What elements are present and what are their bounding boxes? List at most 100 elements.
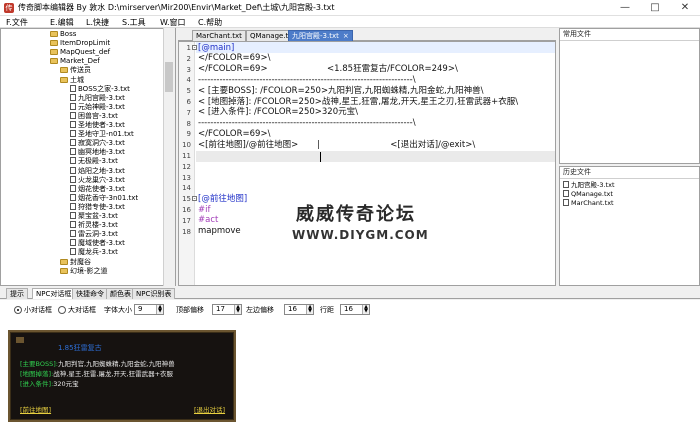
code-line[interactable]: </FCOLOR=69>\ — [198, 53, 270, 64]
font-size-stepper[interactable]: 9 ▲ ▼ — [134, 304, 164, 315]
tree-file-item[interactable]: 雷云洞-3.txt — [70, 230, 118, 238]
preview-go-map-link[interactable]: [前往地图] — [20, 406, 51, 415]
tree-folder-item[interactable]: 土城 — [60, 76, 84, 84]
preview-header: 1.85狂雷复古 — [58, 344, 102, 352]
minimize-button[interactable]: — — [610, 0, 640, 16]
line-height-stepper[interactable]: 16 ▲ ▼ — [340, 304, 370, 315]
tab-npc-dialog[interactable]: NPC对话框 — [32, 288, 76, 299]
code-line[interactable]: < [进入条件]: /FCOLOR=250>320元宝\ — [198, 107, 358, 118]
stepper-buttons[interactable]: ▲ ▼ — [306, 305, 313, 314]
stepper-buttons[interactable]: ▲ ▼ — [362, 305, 369, 314]
stepper-down-icon[interactable]: ▼ — [157, 309, 163, 314]
tree-file-item[interactable]: 困兽宫-3.txt — [70, 111, 118, 120]
tree-file-item[interactable]: 焰阳之地-3.txt — [70, 166, 125, 175]
file-icon — [70, 184, 76, 192]
code-line[interactable]: <[前往地图]/@前往地图> | <[退出对话]/@exit>\ — [198, 140, 475, 151]
tree-file-item[interactable]: 烟花香守-3n01.txt — [70, 193, 138, 202]
tree-item-label: 幻境-影之道 — [70, 266, 108, 275]
line-number: 17 — [182, 216, 191, 225]
maximize-button[interactable]: □ — [640, 0, 670, 16]
fold-toggle-icon[interactable]: - — [192, 196, 197, 202]
tree-item-label: 圣地使者-3.txt — [78, 121, 125, 129]
tab-label: MarChant.txt — [196, 32, 242, 40]
code-line[interactable]: ----------------------------------------… — [198, 118, 416, 129]
file-tree-scroll-thumb[interactable] — [165, 62, 173, 92]
code-line[interactable]: mapmove — [198, 226, 241, 237]
tree-file-item[interactable]: 元始神殿-3.txt — [70, 102, 125, 111]
divider — [560, 178, 699, 179]
tree-item-label: 寂寞洞穴-3.txt — [78, 139, 125, 148]
line-number: 4 — [186, 76, 191, 85]
tree-folder-item[interactable]: 幻境-影之道 — [60, 267, 108, 275]
tree-file-item[interactable]: 寂寞洞穴-3.txt — [70, 139, 125, 147]
stepper-down-icon[interactable]: ▼ — [235, 309, 241, 314]
code-line[interactable]: [@main] — [198, 43, 234, 54]
tab-npc-id-table[interactable]: NPC识别表 — [132, 288, 176, 299]
code-line[interactable]: </FCOLOR=69>\ — [198, 129, 270, 140]
small-dialog-radio[interactable] — [14, 306, 22, 314]
tree-file-item[interactable]: 魔龙兵-3.txt — [70, 248, 118, 256]
stepper-buttons[interactable]: ▲ ▼ — [234, 305, 241, 314]
tree-file-item[interactable]: 九阳宫殿-3.txt — [70, 93, 125, 102]
tab-marchant[interactable]: MarChant.txt — [192, 30, 246, 41]
tree-file-item[interactable]: 魔域使者-3.txt — [70, 239, 125, 247]
tree-file-item[interactable]: BOSS之家-3.txt — [70, 84, 130, 93]
tree-item-label: 火龙巢穴-3.txt — [78, 175, 125, 184]
code-line[interactable]: </FCOLOR=69> <1.85狂雷复古/FCOLOR=249>\ — [198, 64, 458, 75]
common-files-pane[interactable] — [559, 28, 700, 164]
tree-file-item[interactable]: 祈灵楼-3.txt — [70, 221, 118, 229]
file-icon — [70, 93, 76, 101]
tree-folder-item[interactable]: ItemDropLimit — [50, 39, 110, 47]
stepper-down-icon[interactable]: ▼ — [307, 309, 313, 314]
code-line[interactable]: < [地图掉落]: /FCOLOR=250>战神,星王,狂雷,屠龙,开天,星王之… — [198, 97, 518, 108]
file-icon — [70, 193, 76, 201]
common-files-title: 常用文件 — [563, 30, 591, 38]
tree-file-item[interactable]: 狩猎专使-3.txt — [70, 202, 125, 211]
tab-color-table[interactable]: 颜色表 — [106, 288, 135, 299]
tree-item-label: MapQuest_def — [60, 48, 111, 57]
stepper-buttons[interactable]: ▲ ▼ — [156, 305, 163, 314]
close-button[interactable]: ✕ — [670, 0, 700, 16]
tree-file-item[interactable]: 火龙巢穴-3.txt — [70, 175, 125, 184]
tab-close-icon[interactable]: × — [343, 32, 349, 40]
history-file-item[interactable]: MarChant.txt — [563, 199, 614, 207]
fold-toggle-icon[interactable]: - — [192, 45, 197, 51]
tree-file-item[interactable]: 幽冥地地-3.txt — [70, 148, 125, 156]
left-offset-stepper[interactable]: 16 ▲ ▼ — [284, 304, 314, 315]
tree-file-item[interactable]: 聚宝盆-3.txt — [70, 212, 118, 220]
line-number: 2 — [186, 54, 191, 63]
tree-file-item[interactable]: 圣地守卫-n01.txt — [70, 130, 134, 138]
tree-folder-item[interactable]: Boss — [50, 30, 76, 38]
code-line[interactable]: [@前往地图] — [198, 194, 247, 205]
tree-item-label: 幽冥地地-3.txt — [78, 148, 125, 157]
history-file-item[interactable]: QManage.txt — [563, 190, 613, 198]
line-number: 1 — [186, 44, 191, 52]
history-file-item[interactable]: 九阳宫殿-3.txt — [563, 181, 615, 189]
tab-shortcut-commands[interactable]: 快捷命令 — [72, 288, 108, 299]
tree-item-label: 烟花使者-3.txt — [78, 184, 125, 193]
file-icon — [563, 181, 569, 188]
tree-file-item[interactable]: 烟花使者-3.txt — [70, 184, 125, 193]
tree-file-item[interactable]: 无极殿-3.txt — [70, 157, 118, 165]
top-offset-value: 17 — [216, 305, 225, 313]
line-highlight — [196, 151, 555, 162]
text-caret — [320, 152, 321, 162]
tree-folder-item[interactable]: Market_Def — [50, 57, 100, 65]
tab-tips[interactable]: 提示 — [6, 288, 28, 299]
tree-item-label: 魔域使者-3.txt — [78, 239, 125, 248]
preview-exit-link[interactable]: [退出对话] — [194, 406, 225, 415]
line-number: 3 — [186, 65, 191, 74]
code-line[interactable]: #if — [198, 205, 210, 216]
big-dialog-radio[interactable] — [58, 306, 66, 314]
tree-folder-item[interactable]: MapQuest_def — [50, 48, 110, 56]
tab-jiuyang-palace[interactable]: 九阳宫殿-3.txt × — [288, 30, 353, 41]
code-line[interactable]: ----------------------------------------… — [198, 75, 416, 86]
top-offset-stepper[interactable]: 17 ▲ ▼ — [212, 304, 242, 315]
stepper-down-icon[interactable]: ▼ — [363, 309, 369, 314]
file-icon — [70, 102, 76, 110]
code-line[interactable]: < [主要BOSS]: /FCOLOR=250>九阳判官,九阳蜘蛛精,九阳金蛇,… — [198, 86, 484, 97]
code-line[interactable]: #act — [198, 215, 218, 226]
tree-folder-item[interactable]: 封魔谷 — [60, 258, 91, 266]
tree-folder-item[interactable]: 传送员 — [60, 66, 91, 74]
tree-file-item[interactable]: 圣地使者-3.txt — [70, 121, 125, 129]
